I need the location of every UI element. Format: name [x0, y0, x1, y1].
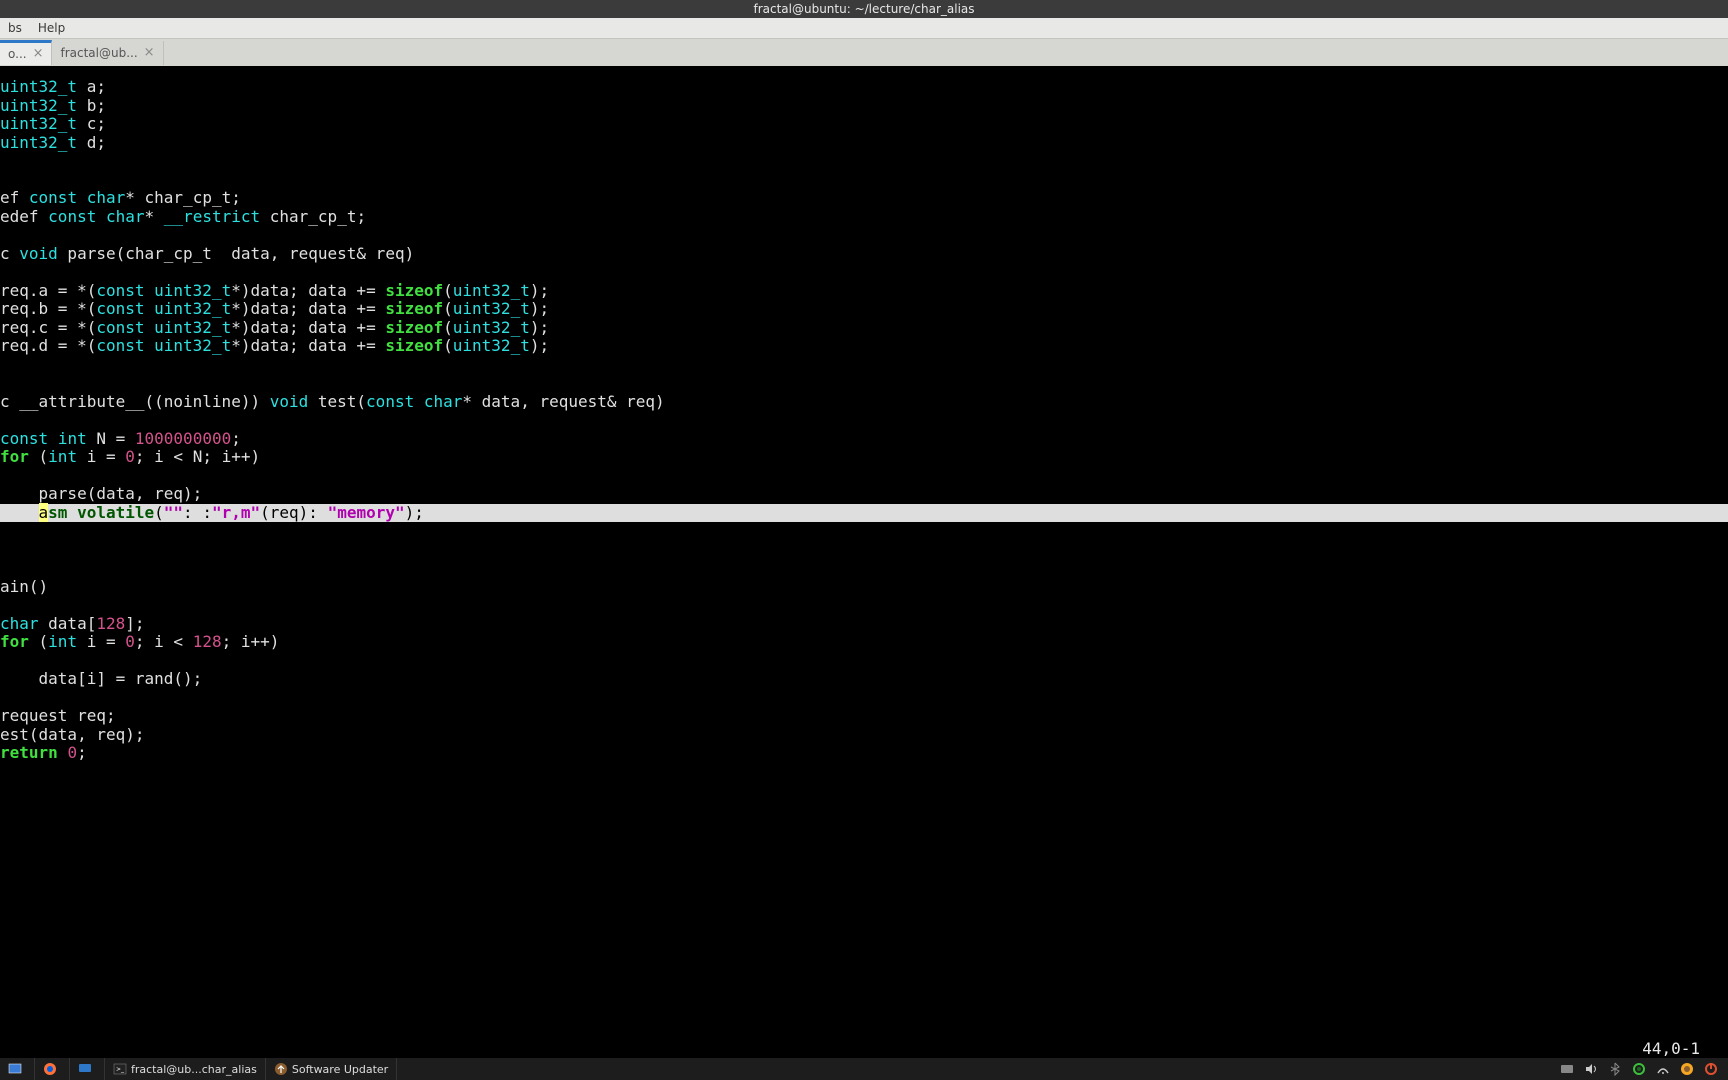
- chat-icon: [78, 1062, 92, 1076]
- updater-icon: [274, 1062, 288, 1076]
- cursor: a: [39, 503, 49, 522]
- tab-label: o...: [8, 47, 27, 61]
- taskbar-window-label: Software Updater: [292, 1063, 388, 1076]
- terminal-tab-inactive[interactable]: fractal@ub... ×: [52, 41, 163, 65]
- network-icon[interactable]: [1656, 1062, 1670, 1076]
- desktop-taskbar: >_ fractal@ub...char_alias Software Upda…: [0, 1058, 1728, 1080]
- editor-viewport[interactable]: uint32_t a; uint32_t b; uint32_t c; uint…: [0, 66, 1728, 1058]
- chat-launcher[interactable]: [70, 1058, 105, 1080]
- bluetooth-icon[interactable]: [1608, 1062, 1622, 1076]
- menubar: bs Help: [0, 18, 1728, 38]
- notification-icon[interactable]: [1680, 1062, 1694, 1076]
- taskbar-window-updater[interactable]: Software Updater: [266, 1058, 397, 1080]
- menu-help[interactable]: Help: [30, 19, 73, 37]
- terminal-icon: >_: [113, 1062, 127, 1076]
- sync-icon[interactable]: [1632, 1062, 1646, 1076]
- firefox-launcher[interactable]: [35, 1058, 70, 1080]
- window-titlebar: fractal@ubuntu: ~/lecture/char_alias: [0, 0, 1728, 18]
- close-icon[interactable]: ×: [33, 46, 44, 61]
- svg-text:>_: >_: [116, 1066, 125, 1073]
- terminal-tab-strip: o... × fractal@ub... ×: [0, 38, 1728, 66]
- show-desktop-button[interactable]: [0, 1058, 35, 1080]
- keyboard-indicator-icon[interactable]: [1560, 1062, 1574, 1076]
- taskbar-window-terminal[interactable]: >_ fractal@ub...char_alias: [105, 1058, 266, 1080]
- vim-status-position: 44,0-1: [1642, 1040, 1700, 1059]
- window-title: fractal@ubuntu: ~/lecture/char_alias: [753, 2, 974, 16]
- volume-icon[interactable]: [1584, 1062, 1598, 1076]
- system-tray: [1560, 1062, 1728, 1076]
- power-icon[interactable]: [1704, 1062, 1718, 1076]
- menu-tabs[interactable]: bs: [0, 19, 30, 37]
- firefox-icon: [43, 1062, 57, 1076]
- terminal-tab-active[interactable]: o... ×: [0, 40, 52, 65]
- taskbar-window-label: fractal@ub...char_alias: [131, 1063, 257, 1076]
- highlighted-line: asm volatile("": :"r,m"(req): "memory");: [0, 504, 1728, 523]
- code-content: uint32_t a; uint32_t b; uint32_t c; uint…: [0, 66, 1728, 763]
- close-icon[interactable]: ×: [144, 45, 155, 60]
- desktop-icon: [8, 1062, 22, 1076]
- tab-label: fractal@ub...: [60, 46, 137, 60]
